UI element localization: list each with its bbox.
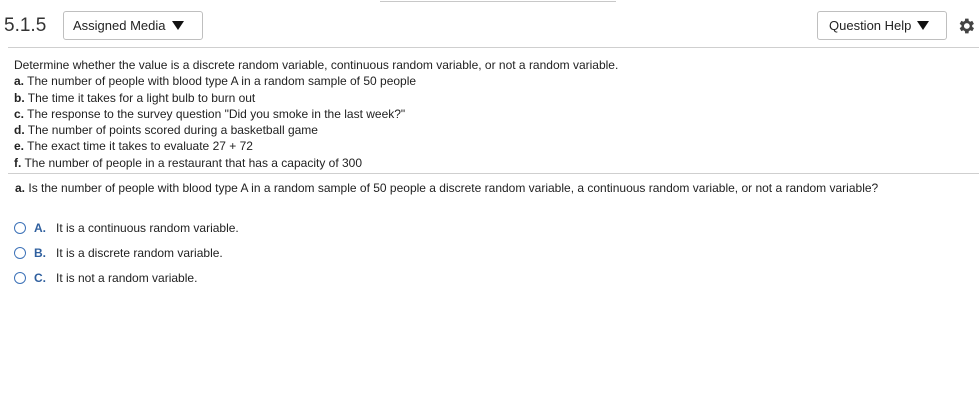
problem-item: b. The time it takes for a light bulb to…	[14, 90, 256, 105]
top-tab-strip	[0, 0, 979, 6]
gear-icon[interactable]	[956, 16, 976, 36]
question-help-label: Question Help	[829, 18, 912, 33]
choice-a[interactable]: A. It is a continuous random variable.	[14, 220, 239, 236]
choice-letter: A.	[34, 221, 46, 235]
choice-b[interactable]: B. It is a discrete random variable.	[14, 245, 239, 261]
question-prompt: a. Is the number of people with blood ty…	[15, 181, 879, 195]
question-help-button[interactable]: Question Help	[817, 11, 947, 40]
header-divider	[8, 47, 979, 48]
problem-item: f. The number of people in a restaurant …	[14, 155, 363, 170]
radio-unselected-icon[interactable]	[14, 247, 26, 259]
problem-divider	[8, 173, 979, 174]
problem-item: a. The number of people with blood type …	[14, 74, 417, 89]
problem-item: d. The number of points scored during a …	[14, 123, 318, 138]
assigned-media-label: Assigned Media	[73, 18, 166, 33]
top-tab-outline	[380, 0, 616, 2]
problem-statement: Determine whether the value is a discret…	[14, 57, 964, 171]
choice-text: It is not a random variable.	[56, 271, 198, 285]
choice-letter: C.	[34, 271, 46, 285]
question-header: 5.1.5 Assigned Media Question Help	[0, 8, 979, 46]
radio-unselected-icon[interactable]	[14, 272, 26, 284]
radio-unselected-icon[interactable]	[14, 222, 26, 234]
choice-c[interactable]: C. It is not a random variable.	[14, 270, 239, 286]
choice-text: It is a discrete random variable.	[56, 246, 223, 260]
problem-intro: Determine whether the value is a discret…	[14, 58, 619, 72]
choice-letter: B.	[34, 246, 46, 260]
answer-choices: A. It is a continuous random variable. B…	[14, 220, 239, 295]
assigned-media-button[interactable]: Assigned Media	[63, 11, 203, 40]
choice-text: It is a continuous random variable.	[56, 221, 239, 235]
problem-item: e. The exact time it takes to evaluate 2…	[14, 139, 253, 154]
question-number: 5.1.5	[4, 15, 47, 36]
caret-down-icon	[917, 21, 930, 30]
problem-item: c. The response to the survey question "…	[14, 106, 406, 121]
caret-down-icon	[171, 21, 184, 30]
